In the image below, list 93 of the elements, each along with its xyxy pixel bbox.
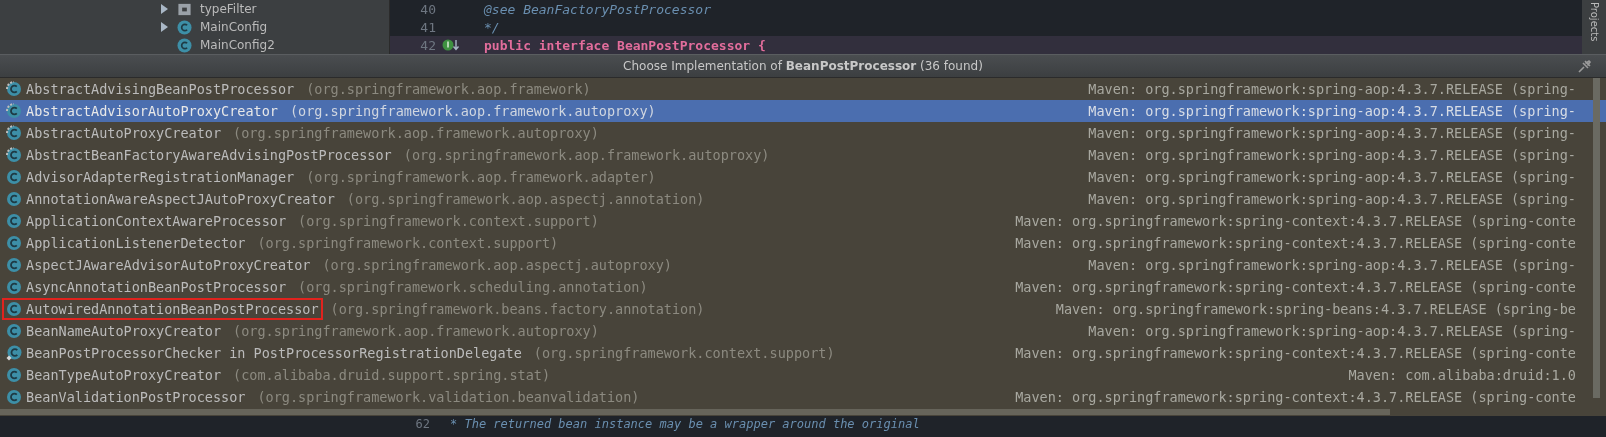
class-icon [6,389,22,405]
class-icon [6,191,22,207]
list-item[interactable]: AbstractAdvisingBeanPostProcessor (org.springframework.aop.framework) Maven: org.springframework:spring-aop:4.3.7.RELEASE (spring- [0,78,1606,100]
class-name: AbstractAdvisorAutoProxyCreator [26,103,278,119]
library-name: Maven: org.springframework:spring-aop:4.3.7.RELEASE (spring- [1088,103,1576,119]
implemented-marker-icon[interactable] [442,38,460,52]
library-name: Maven: org.springframework:spring-context:4.3.7.RELEASE (spring-conte [1015,279,1576,295]
line-number: 41 [419,19,437,35]
library-name: Maven: org.springframework:spring-context:4.3.7.RELEASE (spring-conte [1015,389,1576,405]
list-item[interactable]: AsyncAnnotationBeanPostProcessor (org.springframework.scheduling.annotation) Maven: org.springframework:spring-context:4.3.7.RELEASE (spring-conte [0,276,1606,298]
abstract-class-icon [6,103,22,119]
line-number: 40 [419,1,437,17]
class-name: ApplicationContextAwareProcessor [26,213,287,229]
package-name: (org.springframework.context.support) [257,235,559,251]
list-item[interactable]: BeanTypeAutoProxyCreator (com.alibaba.druid.support.spring.stat) Maven: com.alibaba:druid:1.0 [0,364,1606,386]
class-name: AnnotationAwareAspectJAutoProxyCreator [26,191,335,207]
code-line: public interface BeanPostProcessor { [483,37,766,53]
list-item[interactable]: ApplicationContextAwareProcessor (org.springframework.context.support) Maven: org.springframework:spring-context:4.3.7.RELEASE (spring-conte [0,210,1606,232]
package-name: (org.springframework.scheduling.annotation) [298,279,648,295]
list-item[interactable]: BeanValidationPostProcessor (org.springframework.validation.beanvalidation) Maven: org.springframework:spring-context:4.3.7.RELEASE (spring-conte [0,386,1606,408]
package-name: (org.springframework.aop.framework) [306,81,591,97]
code-comment: */ [483,19,500,35]
list-item[interactable]: AdvisorAdapterRegistrationManager (org.springframework.aop.framework.adapter) Maven: org.springframework:spring-aop:4.3.7.RELEASE (spring- [0,166,1606,188]
abstract-class-icon [6,125,22,141]
library-name: Maven: org.springframework:spring-aop:4.3.7.RELEASE (spring- [1088,257,1576,273]
class-name: AdvisorAdapterRegistrationManager [26,169,295,185]
tree-item-label[interactable]: typeFilter [200,2,257,16]
class-name: ApplicationListenerDetector [26,235,246,251]
class-name: BeanPostProcessorChecker in PostProcessorRegistrationDelegate [26,345,522,361]
class-icon [6,279,22,295]
abstract-class-icon [6,147,22,163]
package-name: (org.springframework.aop.aspectj.autoproxy) [322,257,672,273]
package-name: (org.springframework.aop.framework.autoproxy) [289,103,656,119]
class-icon [6,301,22,317]
list-item[interactable]: BeanNameAutoProxyCreator (org.springframework.aop.framework.autoproxy) Maven: org.springframework:spring-aop:4.3.7.RELEASE (spring- [0,320,1606,342]
library-name: Maven: org.springframework:spring-aop:4.3.7.RELEASE (spring- [1088,191,1576,207]
library-name: Maven: org.springframework:spring-context:4.3.7.RELEASE (spring-conte [1015,213,1576,229]
list-item[interactable]: ApplicationListenerDetector (org.springframework.context.support) Maven: org.springframework:spring-context:4.3.7.RELEASE (spring-conte [0,232,1606,254]
class-name: BeanValidationPostProcessor [26,389,246,405]
list-item[interactable]: AutowiredAnnotationBeanPostProcessor (org.springframework.beans.factory.annotation) Maven: org.springframework:spring-beans:4.3.7.RELEASE (spring-be [0,298,1606,320]
package-name: (org.springframework.beans.factory.annotation) [330,301,705,317]
class-icon [177,37,192,53]
class-name: BeanNameAutoProxyCreator [26,323,222,339]
library-name: Maven: org.springframework:spring-aop:4.3.7.RELEASE (spring- [1088,125,1576,141]
class-name: AbstractAutoProxyCreator [26,125,222,141]
code-comment: * The returned bean instance may be a wrapper around the original [450,417,920,431]
list-item[interactable]: BeanPostProcessorChecker in PostProcessorRegistrationDelegate (org.springframework.context.support) Maven: org.springframework:spring-context:4.3.7.RELEASE (spring-conte [0,342,1606,364]
list-item[interactable]: AbstractAdvisorAutoProxyCreator (org.springframework.aop.framework.autoproxy) Maven: org.springframework:spring-aop:4.3.7.RELEASE (spring- [0,100,1606,122]
vertical-scrollbar[interactable] [1593,78,1600,398]
package-name: (org.springframework.context.support) [298,213,599,229]
class-icon [6,213,22,229]
class-name: BeanTypeAutoProxyCreator [26,367,222,383]
class-icon [6,323,22,339]
horizontal-scrollbar[interactable] [0,409,1390,415]
package-name: (org.springframework.aop.framework.autoproxy) [233,323,599,339]
class-icon [6,169,22,185]
package-name: (org.springframework.aop.framework.autoproxy) [233,125,599,141]
library-name: Maven: org.springframework:spring-aop:4.3.7.RELEASE (spring- [1088,323,1576,339]
package-name: (org.springframework.aop.framework.adapter) [306,169,656,185]
line-number: 42 [419,37,437,53]
abstract-class-icon [6,81,22,97]
class-name: AbstractBeanFactoryAwareAdvisingPostProcessor [26,147,392,163]
list-item[interactable]: AbstractAutoProxyCreator (org.springframework.aop.framework.autoproxy) Maven: org.springframework:spring-aop:4.3.7.RELEASE (spring- [0,122,1606,144]
class-name: AutowiredAnnotationBeanPostProcessor [26,301,319,317]
class-name: AsyncAnnotationBeanPostProcessor [26,279,287,295]
class-name: AspectJAwareAdvisorAutoProxyCreator [26,257,311,273]
library-name: Maven: org.springframework:spring-aop:4.3.7.RELEASE (spring- [1088,169,1576,185]
library-name: Maven: org.springframework:spring-context:4.3.7.RELEASE (spring-conte [1015,235,1576,251]
popup-title: Choose Implementation of BeanPostProcessor (36 found) [623,59,983,73]
library-name: Maven: org.springframework:spring-aop:4.3.7.RELEASE (spring- [1088,81,1576,97]
package-name: (org.springframework.aop.framework.autoproxy) [403,147,770,163]
package-name: (org.springframework.validation.beanvalidation) [257,389,640,405]
code-comment: @see BeanFactoryPostProcessor [483,1,711,17]
library-name: Maven: com.alibaba:druid:1.0 [1348,367,1576,383]
library-name: Maven: org.springframework:spring-context:4.3.7.RELEASE (spring-conte [1015,345,1576,361]
list-item[interactable]: AbstractBeanFactoryAwareAdvisingPostProcessor (org.springframework.aop.framework.autoproxy) Maven: org.springframework:spring-aop:4.3.7.RELEASE (spring- [0,144,1606,166]
library-name: Maven: org.springframework:spring-beans:4.3.7.RELEASE (spring-be [1055,301,1576,317]
inner-class-icon [6,345,22,361]
package-name: (com.alibaba.druid.support.spring.stat) [233,367,551,383]
list-item[interactable]: AnnotationAwareAspectJAutoProxyCreator (org.springframework.aop.aspectj.annotation) Maven: org.springframework:spring-aop:4.3.7.RELEASE (spring- [0,188,1606,210]
class-icon [6,257,22,273]
pin-icon[interactable] [1578,59,1592,73]
package-name: (org.springframework.context.support) [533,345,835,361]
class-icon [177,19,192,35]
line-number: 62 [414,417,431,431]
tree-item-label[interactable]: MainConfig2 [200,38,275,52]
package-name: (org.springframework.aop.aspectj.annotation) [346,191,705,207]
list-item[interactable]: AspectJAwareAdvisorAutoProxyCreator (org.springframework.aop.aspectj.autoproxy) Maven: org.springframework:spring-aop:4.3.7.RELEASE (spring- [0,254,1606,276]
library-name: Maven: org.springframework:spring-aop:4.3.7.RELEASE (spring- [1088,147,1576,163]
class-icon [6,235,22,251]
class-icon [6,367,22,383]
tree-item-label[interactable]: MainConfig [200,20,268,34]
class-name: AbstractAdvisingBeanPostProcessor [26,81,295,97]
